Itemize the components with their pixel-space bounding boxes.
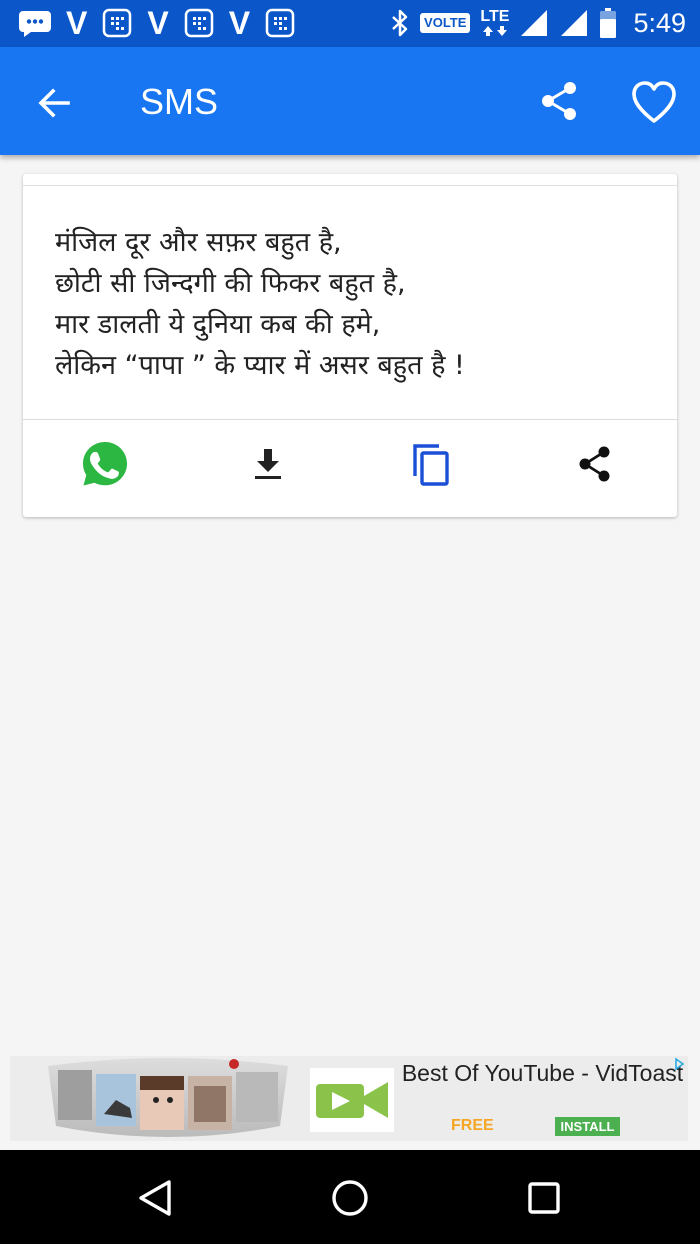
vidtoast-logo-icon: [316, 1082, 388, 1118]
data-arrows-icon: [482, 26, 507, 36]
lte-label: LTE: [480, 8, 510, 25]
whatsapp-icon: [83, 442, 127, 486]
app-bar: SMS: [0, 47, 700, 155]
sim-icon: [183, 7, 215, 39]
back-button[interactable]: [32, 81, 76, 125]
ad-free-label: FREE: [451, 1117, 494, 1134]
sim-icon: [101, 7, 133, 39]
ad-title: Best Of YouTube - VidToast: [401, 1060, 684, 1086]
signal-icon: [559, 8, 589, 38]
status-time: 5:49: [633, 8, 686, 38]
recents-square-icon: [528, 1182, 560, 1214]
download-button[interactable]: [240, 436, 296, 492]
share-button[interactable]: [536, 77, 584, 125]
status-right-icons: VOLTE LTE 5:49: [390, 6, 686, 40]
ad-install-button[interactable]: INSTALL: [555, 1117, 620, 1136]
nav-home-button[interactable]: [326, 1174, 374, 1222]
nav-back-button[interactable]: [131, 1174, 179, 1222]
carrier-letter: V: [66, 5, 88, 41]
bluetooth-icon: [390, 8, 410, 38]
message-icon: [18, 8, 52, 38]
share-message-button[interactable]: [567, 436, 623, 492]
copy-button[interactable]: [403, 436, 459, 492]
carrier-letter: V: [147, 5, 169, 41]
sms-line: छोटी सी जिन्दगी की फिकर बहुत है,: [55, 268, 406, 299]
home-circle-icon: [332, 1180, 368, 1216]
whatsapp-share-button[interactable]: [77, 436, 133, 492]
share-icon: [579, 446, 610, 482]
sms-message[interactable]: मंजिल दूर और सफ़र बहुत है, छोटी सी जिन्द…: [55, 222, 655, 386]
share-icon: [542, 82, 576, 120]
adchoices-icon[interactable]: [672, 1057, 686, 1071]
signal-icon: [519, 8, 549, 38]
favorite-button[interactable]: [628, 77, 680, 129]
carrier-letter: V: [228, 5, 251, 41]
lte-indicator: LTE: [480, 9, 509, 37]
status-left-icons: V V V: [18, 6, 296, 40]
sms-line: लेकिन “पापा ” के प्यार में असर बहुत है !: [55, 350, 465, 381]
download-icon: [255, 449, 281, 479]
status-bar: V V V VOLTE LTE 5:49: [0, 0, 700, 47]
ad-app-logo: [310, 1068, 394, 1132]
card-divider: [23, 419, 677, 420]
sms-line: मार डालती ये दुनिया कब की हमे,: [55, 309, 381, 340]
ad-banner[interactable]: Best Of YouTube - VidToast FREE INSTALL: [10, 1056, 688, 1141]
back-triangle-icon: [139, 1180, 171, 1216]
battery-icon: [599, 7, 617, 39]
back-arrow-icon: [38, 88, 70, 118]
volte-badge: VOLTE: [420, 13, 471, 33]
navigation-bar: [0, 1150, 700, 1244]
heart-icon: [632, 81, 676, 123]
nav-recents-button[interactable]: [520, 1174, 568, 1222]
ad-film-reel-image: [48, 1058, 288, 1137]
sms-card: मंजिल दूर और सफ़र बहुत है, छोटी सी जिन्द…: [23, 174, 677, 517]
sms-line: मंजिल दूर और सफ़र बहुत है,: [55, 227, 342, 258]
copy-icon: [413, 444, 449, 486]
page-title: SMS: [140, 81, 219, 122]
sim-icon: [264, 7, 296, 39]
card-top-divider: [23, 185, 677, 186]
